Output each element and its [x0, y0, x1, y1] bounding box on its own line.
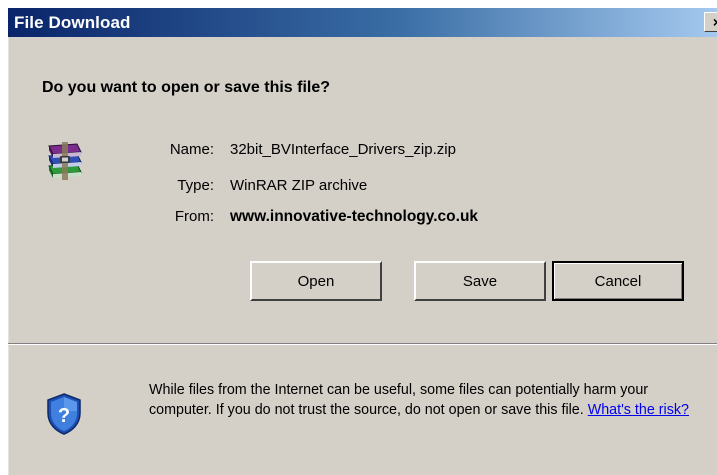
security-warning: While files from the Internet can be use… [149, 380, 709, 420]
file-source-value: www.innovative-technology.co.uk [230, 208, 479, 225]
close-icon: × [713, 14, 717, 30]
name-label: Name: [169, 141, 214, 158]
cancel-button[interactable]: Cancel [552, 261, 684, 301]
divider [8, 343, 717, 345]
whats-the-risk-link[interactable]: What's the risk? [588, 402, 689, 418]
file-name-value: 32bit_BVInterface_Drivers_zip.zip [230, 141, 456, 158]
file-download-dialog: File Download × Do you want to open or s… [7, 7, 717, 475]
window-title: File Download [14, 12, 131, 32]
book-stack [48, 142, 82, 180]
type-label: Type: [177, 177, 214, 194]
security-shield-icon: ? [47, 393, 81, 435]
warning-text: While files from the Internet can be use… [149, 382, 649, 418]
open-button[interactable]: Open [250, 261, 382, 301]
from-label: From: [174, 208, 214, 225]
title-bar[interactable]: File Download × [8, 8, 717, 37]
winrar-archive-icon [48, 142, 82, 180]
close-button[interactable]: × [704, 12, 717, 32]
dialog-question: Do you want to open or save this file? [42, 79, 331, 96]
svg-text:?: ? [58, 405, 70, 427]
file-type-value: WinRAR ZIP archive [230, 177, 368, 194]
save-button[interactable]: Save [414, 261, 546, 301]
